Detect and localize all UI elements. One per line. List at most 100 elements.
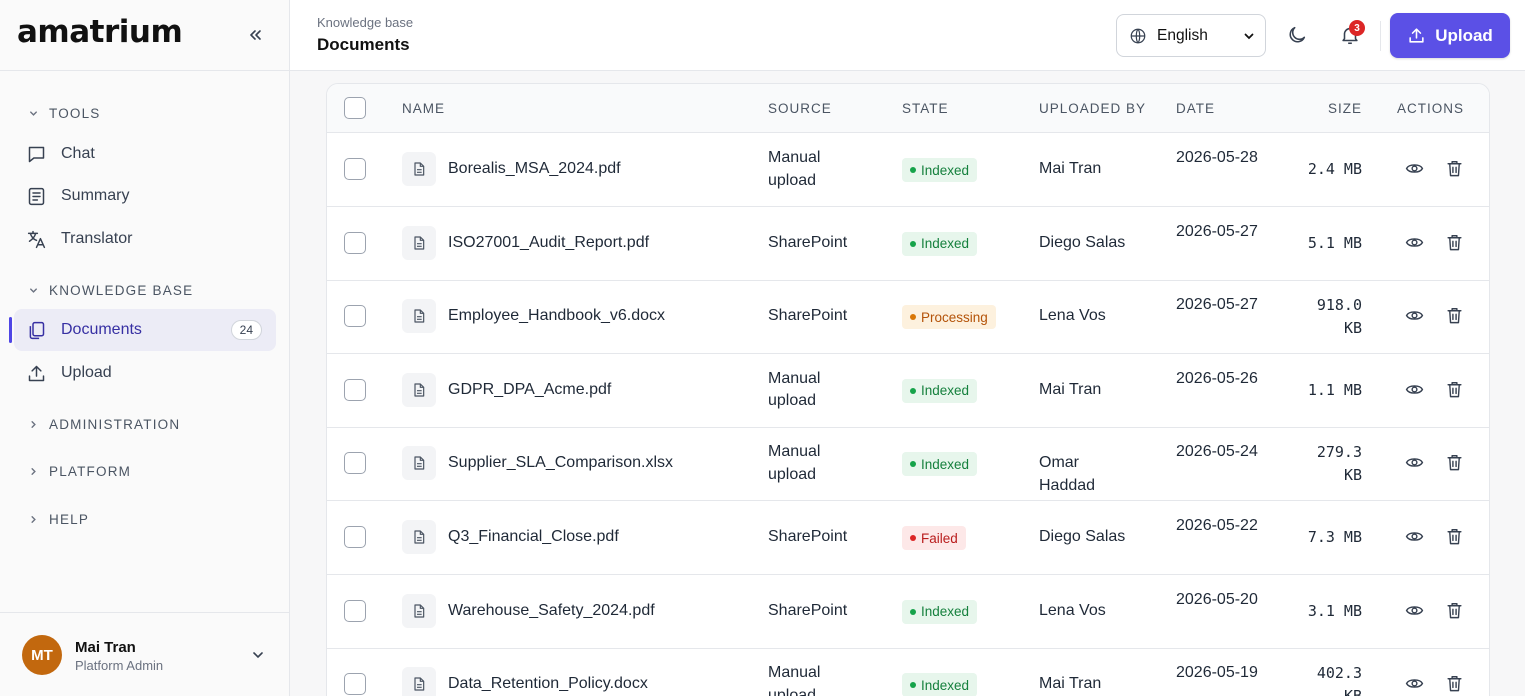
eye-icon <box>1405 385 1424 394</box>
eye-icon <box>1405 532 1424 541</box>
view-button[interactable] <box>1405 453 1424 477</box>
table-row[interactable]: Q3_Financial_Close.pdf SharePoint Failed Di… <box>327 501 1489 575</box>
status-dot <box>910 608 916 615</box>
double-chevron-left-icon <box>250 30 261 40</box>
trash-icon <box>1447 676 1462 692</box>
section-platform[interactable]: PLATFORM <box>28 464 131 479</box>
upload-button-label: Upload <box>1435 25 1493 45</box>
status-badge: Indexed <box>902 378 978 403</box>
row-checkbox[interactable] <box>344 452 366 475</box>
uploaded-by: Diego Salas <box>1039 233 1126 251</box>
table-row[interactable]: Warehouse_Safety_2024.pdf SharePoint Index… <box>327 575 1489 649</box>
eye-icon <box>1405 605 1424 615</box>
file-icon-box <box>402 372 436 407</box>
file-text-icon <box>414 309 425 323</box>
column-header-actions: ACTIONS <box>1397 101 1465 116</box>
active-indicator <box>9 317 12 343</box>
file-text-icon <box>414 677 425 691</box>
select-all-checkbox[interactable] <box>344 97 366 119</box>
chevron-down-icon[interactable] <box>250 647 266 663</box>
column-header-name[interactable]: NAME <box>402 101 445 116</box>
document-name[interactable]: Data_Retention_Policy.docx <box>448 673 648 696</box>
delete-button[interactable] <box>1445 380 1464 404</box>
sidebar-item-documents[interactable]: Documents 24 <box>14 309 276 351</box>
table-row[interactable]: Employee_Handbook_v6.docx SharePoint Proce… <box>327 280 1489 355</box>
sidebar-item-translator[interactable]: Translator <box>14 218 276 260</box>
upload-button[interactable]: Upload <box>1390 13 1510 58</box>
sidebar-item-summary[interactable]: Summary <box>14 175 276 217</box>
breadcrumb[interactable]: Knowledge base <box>317 15 413 30</box>
sidebar-item-upload[interactable]: Upload <box>14 352 276 394</box>
document-name[interactable]: Warehouse_Safety_2024.pdf <box>448 600 655 623</box>
view-button[interactable] <box>1405 380 1424 404</box>
uploaded-by: Mai Tran <box>1039 160 1102 177</box>
delete-button[interactable] <box>1445 601 1464 625</box>
row-checkbox[interactable] <box>344 231 366 254</box>
document-name[interactable]: ISO27001_Audit_Report.pdf <box>448 232 649 255</box>
section-knowledge-base[interactable]: KNOWLEDGE BASE <box>28 283 193 298</box>
language-select[interactable]: English <box>1116 14 1266 57</box>
sidebar-item-chat[interactable]: Chat <box>14 133 276 175</box>
section-platform-label: PLATFORM <box>49 464 132 479</box>
table-row[interactable]: GDPR_DPA_Acme.pdf Manual upload Indexed Mai… <box>327 354 1489 428</box>
status-badge: Indexed <box>902 599 978 624</box>
document-source: Manual upload <box>768 369 821 410</box>
upload-date: 2026-05-22 <box>1176 517 1258 534</box>
eye-icon <box>1405 679 1424 688</box>
status-label: Indexed <box>921 456 970 472</box>
view-button[interactable] <box>1405 159 1424 183</box>
view-button[interactable] <box>1405 233 1424 257</box>
delete-button[interactable] <box>1445 159 1464 183</box>
table-row[interactable]: Supplier_SLA_Comparison.xlsx Manual uploa… <box>327 427 1489 502</box>
column-header-source[interactable]: SOURCE <box>768 101 832 116</box>
column-header-state[interactable]: STATE <box>902 101 949 116</box>
trash-icon <box>1447 455 1462 471</box>
uploaded-by: Lena Vos <box>1039 601 1106 619</box>
section-help[interactable]: HELP <box>28 512 89 527</box>
status-dot <box>910 240 916 247</box>
column-header-size[interactable]: SIZE <box>1328 101 1362 116</box>
view-button[interactable] <box>1405 527 1424 551</box>
table-row[interactable]: ISO27001_Audit_Report.pdf SharePoint Index… <box>327 207 1489 281</box>
row-checkbox[interactable] <box>344 673 366 696</box>
table-row[interactable]: Data_Retention_Policy.docx Manual upload I… <box>327 648 1489 696</box>
document-name[interactable]: Q3_Financial_Close.pdf <box>448 526 619 549</box>
upload-date: 2026-05-28 <box>1176 149 1258 166</box>
trash-icon <box>1447 381 1462 398</box>
view-button[interactable] <box>1405 674 1424 696</box>
document-name[interactable]: GDPR_DPA_Acme.pdf <box>448 379 611 402</box>
row-checkbox[interactable] <box>344 305 366 328</box>
section-tools[interactable]: TOOLS <box>28 106 101 121</box>
view-button[interactable] <box>1405 306 1424 330</box>
row-checkbox[interactable] <box>344 158 366 180</box>
page-title: Documents <box>317 35 410 54</box>
section-tools-label: TOOLS <box>49 106 101 121</box>
row-checkbox[interactable] <box>344 599 366 622</box>
moon-icon[interactable] <box>1286 24 1308 46</box>
collapse-sidebar-button[interactable] <box>244 24 266 46</box>
row-checkbox[interactable] <box>344 378 366 401</box>
status-badge: Indexed <box>902 158 978 182</box>
delete-button[interactable] <box>1445 674 1464 696</box>
section-administration[interactable]: ADMINISTRATION <box>28 417 180 432</box>
status-dot <box>910 314 916 321</box>
column-header-date[interactable]: DATE <box>1176 101 1215 116</box>
document-name[interactable]: Supplier_SLA_Comparison.xlsx <box>448 452 673 475</box>
table-row[interactable]: Borealis_MSA_2024.pdf Manual upload Indexe… <box>327 133 1489 207</box>
documents-table: NAME SOURCE STATE UPLOADED BY DATE SIZE … <box>326 83 1490 696</box>
row-checkbox[interactable] <box>344 526 366 548</box>
status-dot <box>910 387 916 394</box>
delete-button[interactable] <box>1445 306 1464 330</box>
delete-button[interactable] <box>1445 233 1464 257</box>
view-button[interactable] <box>1405 601 1424 625</box>
file-icon-box <box>402 520 436 554</box>
file-icon-box <box>402 225 436 260</box>
delete-button[interactable] <box>1445 527 1464 551</box>
document-name[interactable]: Employee_Handbook_v6.docx <box>448 305 665 328</box>
user-panel[interactable]: MT Mai Tran Platform Admin <box>0 612 289 696</box>
column-header-uploaded-by[interactable]: UPLOADED BY <box>1039 101 1146 116</box>
document-name[interactable]: Borealis_MSA_2024.pdf <box>448 158 621 181</box>
file-icon-box <box>402 593 436 628</box>
delete-button[interactable] <box>1445 453 1464 477</box>
user-role: Platform Admin <box>75 658 164 673</box>
